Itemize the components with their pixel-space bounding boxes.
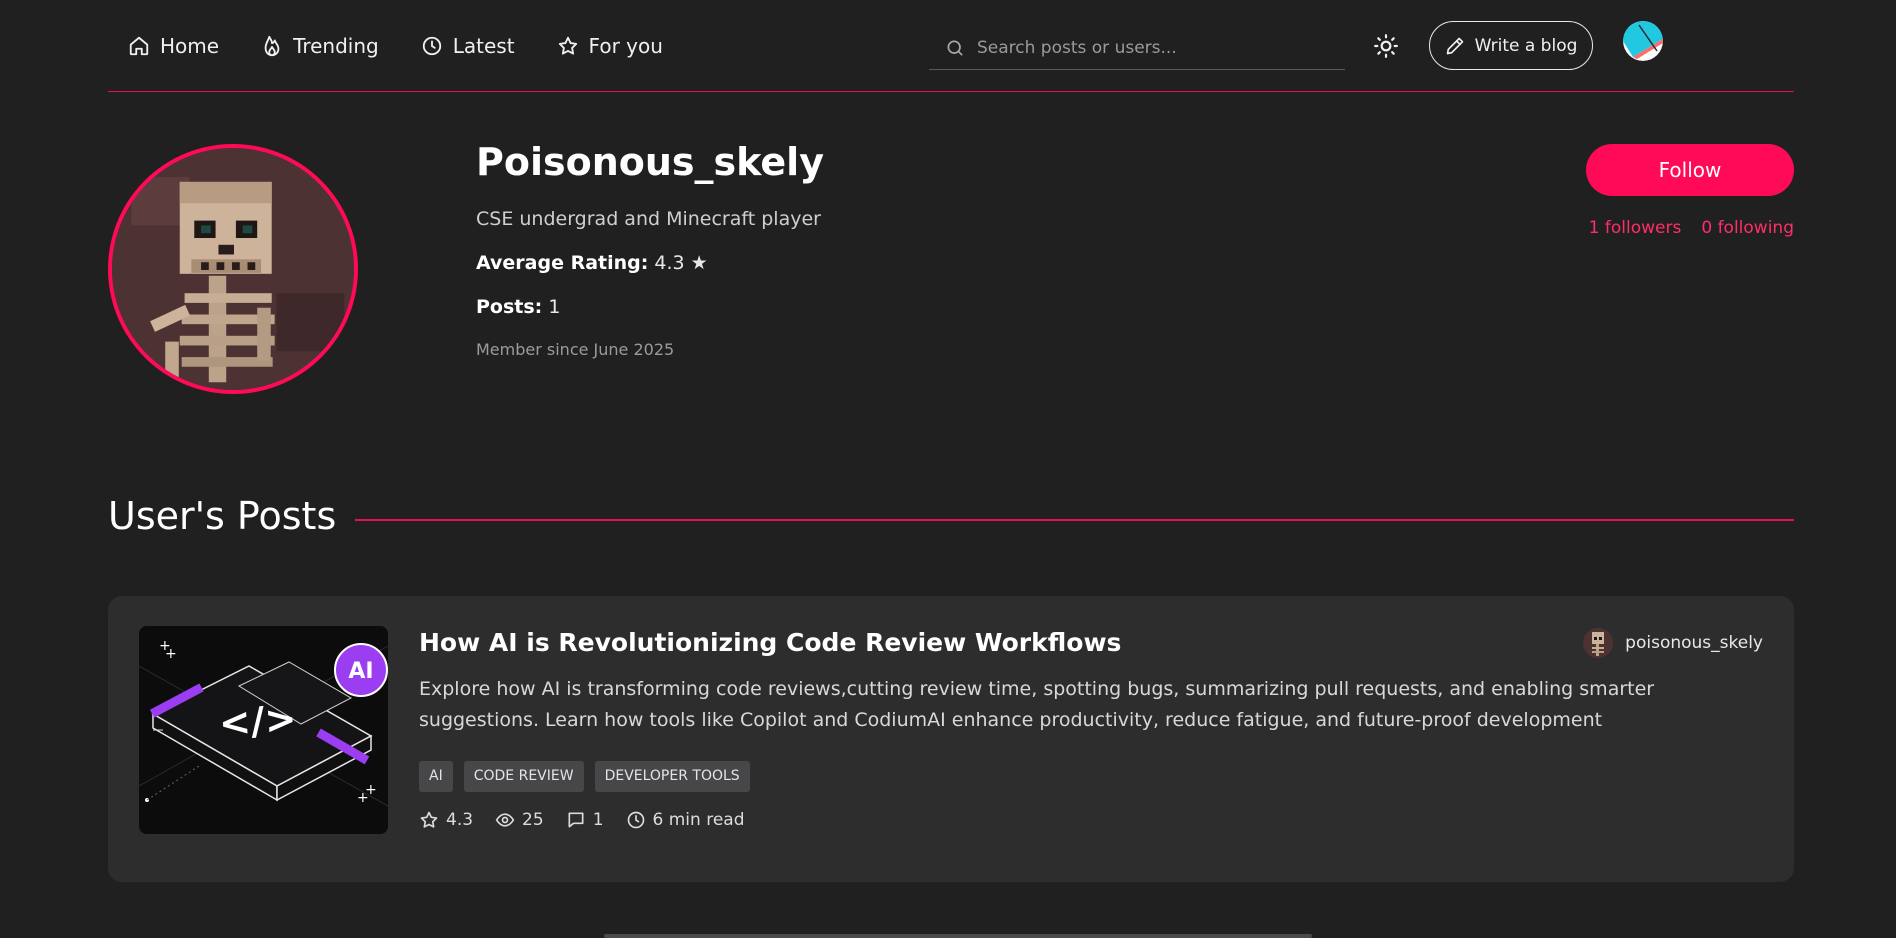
bottom-bar-edge [604, 934, 1312, 938]
profile-username: Poisonous_skely [476, 140, 824, 184]
author-name: poisonous_skely [1625, 633, 1763, 653]
sun-icon [1374, 34, 1398, 58]
nav-item-label: For you [588, 34, 663, 58]
author-avatar [1583, 628, 1614, 658]
thumb-code-symbol: </> [217, 696, 297, 745]
post-comments[interactable]: 1 [566, 810, 604, 830]
post-read-time-value: 6 min read [652, 810, 745, 830]
member-since: Member since June 2025 [476, 340, 675, 359]
pencil-icon [1446, 37, 1463, 54]
post-meta: 4.3 25 1 6 min read [419, 810, 766, 830]
author-avatar-image [1583, 628, 1614, 658]
search-icon [947, 40, 963, 56]
posts-label: Posts: [476, 296, 543, 318]
post-rating: 4.3 [419, 810, 473, 830]
post-thumbnail[interactable]: </> AI + + + + [139, 626, 388, 834]
thumb-ai-badge: AI [348, 659, 373, 684]
clock-icon [627, 811, 644, 829]
profile-bio: CSE undergrad and Minecraft player [476, 208, 821, 230]
average-rating: Average Rating: 4.3 ★ [476, 252, 824, 274]
flame-icon [264, 35, 280, 57]
post-rating-value: 4.3 [446, 810, 474, 830]
avatar-image [1623, 21, 1663, 61]
clock-icon [422, 36, 441, 56]
user-avatar[interactable] [1623, 21, 1663, 61]
post-thumbnail-image: </> AI + + + + [139, 626, 388, 834]
rating-value: 4.3 ★ [654, 252, 708, 274]
profile-info: Poisonous_skely CSE undergrad and Minecr… [476, 140, 824, 359]
followers-link[interactable]: 1 followers [1589, 218, 1682, 238]
post-views-value: 25 [522, 810, 544, 830]
svg-text:+: + [365, 782, 377, 798]
section-title: User's Posts [108, 494, 337, 538]
write-blog-label: Write a blog [1474, 35, 1578, 56]
follow-stats: 1 followers 0 following [1589, 218, 1794, 238]
nav-item-latest[interactable]: Latest [421, 28, 515, 64]
post-tags: AI CODE REVIEW DEVELOPER TOOLS [419, 761, 750, 792]
post-comments-value: 1 [592, 810, 604, 830]
tag-developer-tools[interactable]: DEVELOPER TOOLS [594, 761, 750, 792]
nav-item-trending[interactable]: Trending [261, 28, 379, 64]
tag-code-review[interactable]: CODE REVIEW [463, 761, 584, 792]
post-title[interactable]: How AI is Revolutionizing Code Review Wo… [419, 628, 1121, 657]
search-bar [929, 26, 1345, 70]
comment-icon [568, 812, 584, 828]
nav-item-label: Trending [293, 34, 379, 58]
nav-item-home[interactable]: Home [128, 28, 219, 64]
nav-item-label: Home [160, 34, 220, 58]
nav-links: Home Trending Latest For you [128, 28, 705, 64]
post-views: 25 [495, 810, 544, 830]
post-read-time: 6 min read [626, 810, 745, 830]
follow-button[interactable]: Follow [1586, 144, 1794, 196]
post-author[interactable]: poisonous_skely [1583, 628, 1763, 658]
write-blog-button[interactable]: Write a blog [1429, 21, 1593, 70]
following-link[interactable]: 0 following [1701, 218, 1794, 238]
svg-text:+: + [165, 646, 177, 662]
skeleton-avatar-image [112, 148, 354, 390]
star-icon [420, 811, 438, 828]
section-divider [355, 519, 1794, 521]
nav-item-for-you[interactable]: For you [557, 28, 663, 64]
search-input[interactable] [977, 37, 1337, 58]
profile-avatar [108, 144, 358, 394]
post-description: Explore how AI is transforming code revi… [419, 678, 1655, 731]
home-icon [129, 36, 149, 56]
nav-item-label: Latest [452, 34, 515, 58]
posts-count: Posts: 1 [476, 296, 824, 318]
theme-toggle-button[interactable] [1373, 33, 1399, 59]
star-icon [558, 36, 577, 55]
tag-ai[interactable]: AI [419, 761, 453, 792]
post-card[interactable]: </> AI + + + + How AI is Revolutionizing… [108, 596, 1794, 882]
eye-icon [495, 813, 515, 827]
posts-value: 1 [548, 296, 561, 318]
rating-label: Average Rating: [476, 252, 649, 274]
